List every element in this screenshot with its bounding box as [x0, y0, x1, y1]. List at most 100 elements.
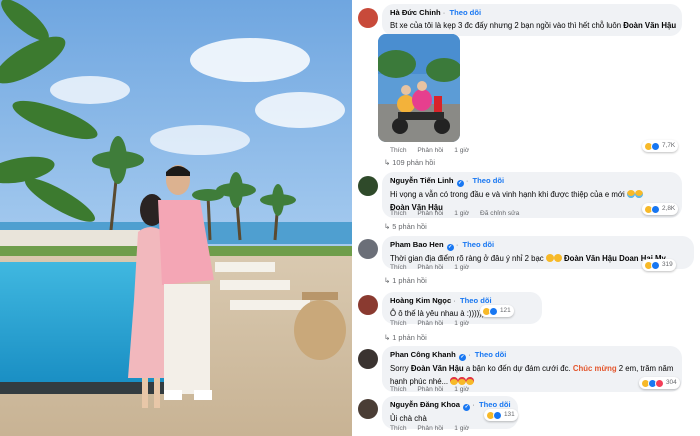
comment-actions: Thích Phản hồi 1 giờ Đã chỉnh sửa	[390, 210, 528, 217]
reaction-count: 2,8K	[662, 205, 676, 212]
follow-button[interactable]: Theo dõi	[463, 240, 495, 249]
view-replies[interactable]: ↳ 5 phản hồi	[384, 222, 427, 231]
replies-count: 109 phản hồi	[392, 158, 436, 167]
highlighted-text[interactable]: Chúc mừng	[573, 364, 617, 373]
comment-actions: Thích Phản hồi 1 giờ	[390, 320, 478, 327]
comment-actions: Thích Phản hồi 1 giờ	[390, 264, 478, 271]
like-link[interactable]: Thích	[390, 425, 407, 432]
timestamp[interactable]: 1 giờ	[454, 425, 469, 432]
reaction-badge[interactable]: 319	[642, 259, 676, 271]
reply-link[interactable]: Phản hồi	[417, 386, 443, 393]
like-reaction-icon	[489, 306, 498, 316]
verified-badge-icon: ✓	[458, 354, 466, 361]
comment-text: 2 em, trăm năm	[618, 364, 674, 373]
reaction-badge[interactable]: 2,8K	[642, 203, 679, 215]
reply-link[interactable]: Phản hồi	[417, 210, 443, 217]
comments-panel: Hà Đức Chinh · Theo dõi Bt xe của tôi là…	[352, 0, 700, 436]
smile-emoji-icon	[545, 254, 554, 262]
verified-badge-icon: ✓	[463, 404, 471, 411]
commenter-name[interactable]: Nguyễn Đăng Khoa	[390, 400, 460, 409]
heart-eyes-emoji-icon	[466, 377, 475, 385]
view-replies[interactable]: ↳ 1 phản hồi	[384, 333, 427, 342]
timestamp[interactable]: 1 giờ	[454, 210, 469, 217]
love-reaction-icon	[655, 378, 664, 388]
reply-link[interactable]: Phản hồi	[417, 425, 443, 432]
avatar[interactable]	[358, 349, 378, 369]
reaction-count: 7,7K	[662, 142, 676, 149]
edited-label: Đã chỉnh sửa	[480, 210, 520, 217]
comment-actions: Thích Phản hồi 1 giờ	[390, 147, 478, 154]
avatar[interactable]	[358, 176, 378, 196]
smile-emoji-icon	[553, 254, 562, 262]
reaction-count: 131	[504, 411, 515, 418]
reply-arrow-icon: ↳	[384, 158, 391, 167]
view-replies[interactable]: ↳ 1 phản hồi	[384, 276, 427, 285]
like-reaction-icon	[651, 260, 660, 270]
commenter-name[interactable]: Hà Đức Chinh	[390, 8, 441, 17]
reaction-badge[interactable]: 131	[484, 409, 518, 421]
comment-actions: Thích Phản hồi 1 giờ	[390, 386, 478, 393]
avatar[interactable]	[358, 295, 378, 315]
like-link[interactable]: Thích	[390, 386, 407, 393]
comment-text: Ô ô thế là yêu nhau à :))))))	[390, 309, 485, 318]
reaction-badge[interactable]: 304	[639, 377, 680, 389]
comment-text: Ủi chà chà	[390, 414, 427, 423]
comment-text: hạnh phúc nhé...	[390, 377, 449, 386]
comment-text: Hi vọng a vẫn có trong đầu e và vinh hạn…	[390, 190, 625, 199]
scooter-photo	[378, 34, 460, 142]
like-reaction-icon	[493, 410, 502, 420]
avatar[interactable]	[358, 8, 378, 28]
like-link[interactable]: Thích	[390, 264, 407, 271]
comment-text: Sorry	[390, 364, 409, 373]
timestamp[interactable]: 1 giờ	[454, 147, 469, 154]
comment-text: Bt xe của tôi là kẹp 3 đc đấy nhưng 2 bạ…	[390, 21, 622, 30]
avatar[interactable]	[358, 399, 378, 419]
follow-button[interactable]: Theo dõi	[479, 400, 511, 409]
heart-eyes-emoji-icon	[458, 377, 467, 385]
commenter-name[interactable]: Hoàng Kim Ngọc	[390, 296, 451, 305]
comment-text: Thời gian địa điểm rõ ràng ở đâu ý nhỉ 2…	[390, 254, 544, 263]
timestamp[interactable]: 1 giờ	[454, 386, 469, 393]
laughing-emoji-icon	[626, 190, 635, 198]
reaction-count: 304	[666, 379, 677, 386]
comment-bubble: Hà Đức Chinh · Theo dõi Bt xe của tôi là…	[382, 4, 682, 36]
like-reaction-icon	[651, 204, 660, 214]
commenter-name[interactable]: Phan Công Khanh	[390, 350, 456, 359]
replies-count: 5 phản hồi	[392, 222, 427, 231]
commenter-name[interactable]: Pham Bao Hen	[390, 240, 444, 249]
heart-eyes-emoji-icon	[450, 377, 459, 385]
reply-arrow-icon: ↳	[384, 222, 391, 231]
timestamp[interactable]: 1 giờ	[454, 264, 469, 271]
replies-count: 1 phản hồi	[392, 333, 427, 342]
follow-button[interactable]: Theo dõi	[460, 296, 492, 305]
attached-photo[interactable]	[378, 34, 460, 142]
reply-link[interactable]: Phản hồi	[417, 264, 443, 271]
follow-button[interactable]: Theo dõi	[475, 350, 507, 359]
view-replies[interactable]: ↳ 109 phản hồi	[384, 158, 435, 167]
reply-link[interactable]: Phản hồi	[417, 320, 443, 327]
verified-badge-icon: ✓	[456, 180, 464, 187]
follow-button[interactable]: Theo dõi	[472, 176, 504, 185]
reply-arrow-icon: ↳	[384, 333, 391, 342]
follow-button[interactable]: Theo dõi	[449, 8, 481, 17]
like-link[interactable]: Thích	[390, 147, 407, 154]
like-link[interactable]: Thích	[390, 320, 407, 327]
reaction-count: 319	[662, 261, 673, 268]
post-photo[interactable]	[0, 0, 352, 436]
mention-link[interactable]: Đoàn Văn Hậu	[623, 21, 676, 30]
timestamp[interactable]: 1 giờ	[454, 320, 469, 327]
replies-count: 1 phản hồi	[392, 276, 427, 285]
reaction-badge[interactable]: 7,7K	[642, 140, 679, 152]
like-link[interactable]: Thích	[390, 210, 407, 217]
reply-link[interactable]: Phản hồi	[417, 147, 443, 154]
couple-resort-photo	[0, 0, 352, 436]
reaction-count: 121	[500, 307, 511, 314]
avatar[interactable]	[358, 239, 378, 259]
commenter-name[interactable]: Nguyễn Tiến Linh	[390, 176, 454, 185]
mention-link[interactable]: Đoàn Văn Hậu	[411, 364, 464, 373]
reply-arrow-icon: ↳	[384, 276, 391, 285]
comment-text: a bận ko đến dự đám cưới đc.	[465, 364, 571, 373]
comment-actions: Thích Phản hồi 1 giờ	[390, 425, 478, 432]
verified-badge-icon: ✓	[446, 244, 454, 251]
reaction-badge[interactable]: 121	[480, 305, 514, 317]
